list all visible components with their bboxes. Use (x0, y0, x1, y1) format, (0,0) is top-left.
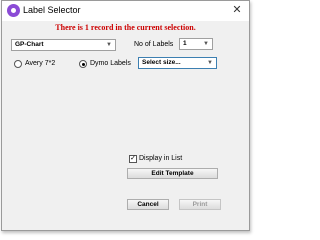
window-title: Label Selector (23, 5, 81, 15)
dymo-radio-label[interactable]: Dymo Labels (90, 60, 131, 67)
selection-notice: There is 1 record in the current selecti… (55, 23, 196, 32)
chevron-down-icon: ▼ (106, 42, 112, 48)
title-bar: Label Selector ✕ (2, 1, 249, 21)
avery-radio[interactable] (14, 60, 22, 68)
template-select-value: GP-Chart (15, 41, 44, 48)
size-select-value: Select size... (142, 59, 181, 66)
close-icon[interactable]: ✕ (230, 3, 244, 17)
app-icon (7, 4, 20, 17)
size-select[interactable]: Select size... ▼ (138, 57, 217, 69)
dialog-body: There is 1 record in the current selecti… (2, 21, 249, 230)
display-in-list-label[interactable]: Display in List (139, 155, 182, 162)
label-selector-window: Label Selector ✕ There is 1 record in th… (1, 0, 250, 231)
template-select[interactable]: GP-Chart ▼ (11, 39, 116, 51)
display-in-list-checkbox[interactable]: ✓ (129, 155, 137, 163)
chevron-down-icon: ▼ (203, 41, 209, 47)
avery-radio-label[interactable]: Avery 7*2 (25, 60, 55, 67)
no-of-labels-select[interactable]: 1 ▼ (179, 38, 213, 50)
dymo-radio[interactable] (79, 60, 87, 68)
edit-template-button[interactable]: Edit Template (127, 168, 218, 179)
chevron-down-icon: ▼ (207, 60, 213, 66)
print-button[interactable]: Print (179, 199, 221, 210)
no-of-labels-label: No of Labels (134, 41, 174, 48)
no-of-labels-value: 1 (183, 40, 187, 47)
cancel-button[interactable]: Cancel (127, 199, 169, 210)
